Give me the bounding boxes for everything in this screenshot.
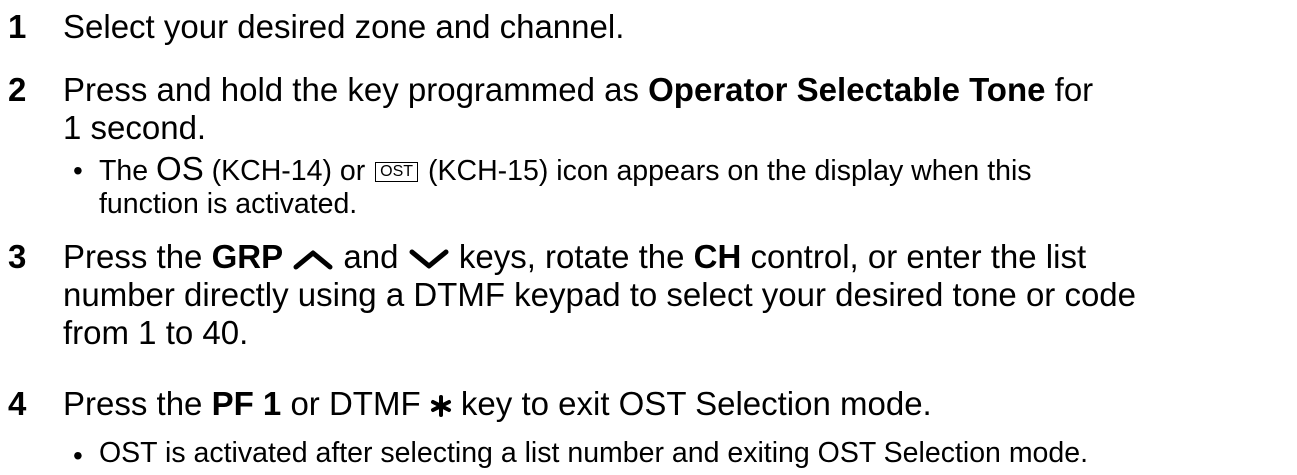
asterisk-icon — [430, 395, 451, 418]
ost-icon: OST — [375, 162, 419, 182]
key-name: Operator Selectable Tone — [648, 71, 1046, 108]
chevron-down-icon — [409, 249, 449, 269]
instruction-page: 1 Select your desired zone and channel. … — [0, 0, 1297, 474]
chevron-up-icon — [293, 250, 333, 270]
step-number: 1 — [8, 8, 27, 45]
bullet-marker: • — [73, 155, 83, 186]
bullet-marker: • — [73, 440, 83, 471]
bullet-text: The OS (KCH-14) or OST (KCH-15) icon app… — [99, 150, 1032, 220]
key-name: GRP — [211, 238, 284, 275]
key-name: PF 1 — [211, 385, 282, 422]
step-number: 3 — [8, 238, 27, 275]
step-number: 2 — [8, 71, 27, 108]
bullet-text: OST is activated after selecting a list … — [99, 437, 1089, 469]
step-text: Press and hold the key programmed as Ope… — [63, 71, 1094, 146]
step-number: 4 — [8, 385, 27, 422]
step-text: Select your desired zone and channel. — [63, 8, 625, 45]
step-text: Press the PF 1 or DTMF key to exit OST S… — [63, 385, 932, 422]
key-name: CH — [693, 238, 742, 275]
os-icon: OS — [156, 150, 204, 187]
step-text: Press the GRP and keys, rotate the CH co… — [63, 238, 1137, 351]
